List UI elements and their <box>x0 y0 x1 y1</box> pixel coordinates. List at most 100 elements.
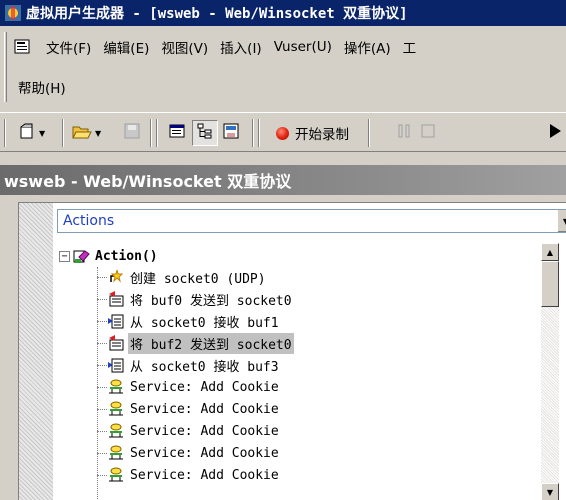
menu-grip[interactable] <box>4 32 7 102</box>
new-document-icon <box>18 122 36 144</box>
menu-insert[interactable]: 插入(I) <box>214 37 268 57</box>
tree-node-label: 从 socket0 接收 buf1 <box>130 315 279 331</box>
tree-line <box>97 431 107 432</box>
tree-node-label: 创建 socket0 (UDP) <box>130 271 266 287</box>
send-buffer-icon <box>107 334 125 352</box>
service-icon <box>107 378 125 396</box>
document-title: wsweb - Web/Winsocket 双重协议 <box>4 172 292 191</box>
stop-button[interactable] <box>420 122 436 144</box>
tree-line <box>97 365 107 366</box>
menu-row-2: 帮助(H) <box>12 75 72 99</box>
script-view-button[interactable] <box>168 122 186 144</box>
tree-line <box>97 343 107 344</box>
application-window: 虚拟用户生成器 - [wsweb - Web/Winsocket 双重协议] 文… <box>0 0 566 500</box>
play-button[interactable] <box>548 122 562 144</box>
open-button[interactable]: ▼ <box>72 122 101 144</box>
tree-node[interactable]: Service: Add Cookie <box>107 442 281 464</box>
receive-buffer-icon <box>107 356 125 374</box>
document-icon[interactable] <box>14 39 32 55</box>
thumbnail-icon <box>222 122 240 144</box>
tree-node-label: Service: Add Cookie <box>130 423 279 439</box>
chevron-down-icon[interactable]: ▼ <box>95 129 101 138</box>
tree-node[interactable]: Service: Add Cookie <box>107 420 281 442</box>
chevron-down-icon[interactable]: ▼ <box>39 129 45 138</box>
menu-bar: 文件(F) 编辑(E) 视图(V) 插入(I) Vuser(U) 操作(A) 工… <box>0 26 566 108</box>
toolbar-grip[interactable] <box>4 119 6 147</box>
play-icon <box>548 123 562 143</box>
section-selector-value: Actions <box>63 213 115 229</box>
vertical-scrollbar[interactable]: ▲ ▼ <box>541 243 559 500</box>
stop-icon <box>420 123 436 143</box>
script-view-icon <box>168 122 186 144</box>
document-header: wsweb - Web/Winsocket 双重协议 <box>0 165 566 195</box>
tree-root-label: Action() <box>95 248 158 264</box>
start-recording-button[interactable]: 开始录制 <box>276 122 349 144</box>
receive-buffer-icon <box>107 312 125 330</box>
tree-node[interactable]: 创建 socket0 (UDP) <box>107 266 268 288</box>
service-icon <box>107 466 125 484</box>
save-button[interactable] <box>124 122 140 144</box>
tree-node-label: Service: Add Cookie <box>130 401 279 417</box>
tree-node[interactable]: 将 buf0 发送到 socket0 <box>107 288 294 310</box>
tree-node-label: 从 socket0 接收 buf3 <box>130 359 279 375</box>
start-recording-label: 开始录制 <box>295 127 349 143</box>
tree-node-label: Service: Add Cookie <box>130 445 279 461</box>
create-socket-icon <box>107 268 125 286</box>
toolbar-separator <box>62 119 64 147</box>
tree-node[interactable]: 从 socket0 接收 buf1 <box>107 310 281 332</box>
open-folder-icon <box>72 122 92 144</box>
title-bar[interactable]: 虚拟用户生成器 - [wsweb - Web/Winsocket 双重协议] <box>0 0 566 26</box>
tree-line <box>97 267 98 500</box>
script-pane: Actions ▼ − Action() <box>0 196 566 500</box>
tree-node-label: 将 buf2 发送到 socket0 <box>128 332 294 354</box>
tree-node-selected[interactable]: 将 buf2 发送到 socket0 <box>107 332 294 354</box>
tree-line <box>97 299 107 300</box>
menu-actions[interactable]: 操作(A) <box>338 37 397 57</box>
menu-tools[interactable]: 工 <box>397 37 423 57</box>
menu-row: 文件(F) 编辑(E) 视图(V) 插入(I) Vuser(U) 操作(A) 工 <box>12 35 422 59</box>
toolbar-separator <box>252 119 254 147</box>
save-icon <box>124 122 140 144</box>
menu-view[interactable]: 视图(V) <box>155 37 214 57</box>
service-icon <box>107 444 125 462</box>
tree-node[interactable]: Service: Add Cookie <box>107 376 281 398</box>
service-icon <box>107 422 125 440</box>
margin-gutter <box>19 203 53 500</box>
tree-panel: Actions ▼ − Action() <box>18 202 566 500</box>
scroll-thumb[interactable] <box>541 261 559 307</box>
tree-root-node[interactable]: − Action() <box>59 245 160 267</box>
toolbar-grip[interactable] <box>156 119 158 147</box>
script-tree: − Action() 创建 socket0 (UDP) 将 buf0 发送到 s… <box>55 245 539 500</box>
window-title: 虚拟用户生成器 - [wsweb - Web/Winsocket 双重协议] <box>26 6 408 22</box>
toolbar: ▼ ▼ 开始录制 <box>0 112 566 152</box>
scroll-down-icon[interactable]: ▼ <box>541 483 559 500</box>
toolbar-separator <box>150 119 152 147</box>
app-icon <box>4 4 22 22</box>
service-icon <box>107 400 125 418</box>
pause-icon <box>396 123 412 143</box>
menu-vuser[interactable]: Vuser(U) <box>268 39 338 55</box>
chevron-down-icon[interactable]: ▼ <box>557 210 566 232</box>
tree-line <box>97 409 107 410</box>
tree-node[interactable]: Service: Add Cookie <box>107 464 281 486</box>
send-buffer-icon <box>107 290 125 308</box>
tree-line <box>97 277 107 278</box>
pause-button[interactable] <box>396 122 412 144</box>
tree-line <box>97 387 107 388</box>
tree-node[interactable]: Service: Add Cookie <box>107 398 281 420</box>
tree-node[interactable]: 从 socket0 接收 buf3 <box>107 354 281 376</box>
tree-view-icon <box>196 122 214 144</box>
new-button[interactable]: ▼ <box>18 122 45 144</box>
menu-file[interactable]: 文件(F) <box>40 37 97 57</box>
menu-edit[interactable]: 编辑(E) <box>97 37 155 57</box>
section-selector[interactable]: Actions ▼ <box>57 209 566 233</box>
thumbnail-view-button[interactable] <box>222 122 240 144</box>
toolbar-separator <box>368 119 370 147</box>
collapse-icon[interactable]: − <box>59 250 70 262</box>
scroll-up-icon[interactable]: ▲ <box>541 243 559 261</box>
tree-node-label: 将 buf0 发送到 socket0 <box>130 293 292 309</box>
record-icon <box>276 126 289 140</box>
menu-help[interactable]: 帮助(H) <box>12 77 72 97</box>
tree-view-button[interactable] <box>192 120 218 146</box>
toolbar-grip[interactable] <box>258 119 260 147</box>
